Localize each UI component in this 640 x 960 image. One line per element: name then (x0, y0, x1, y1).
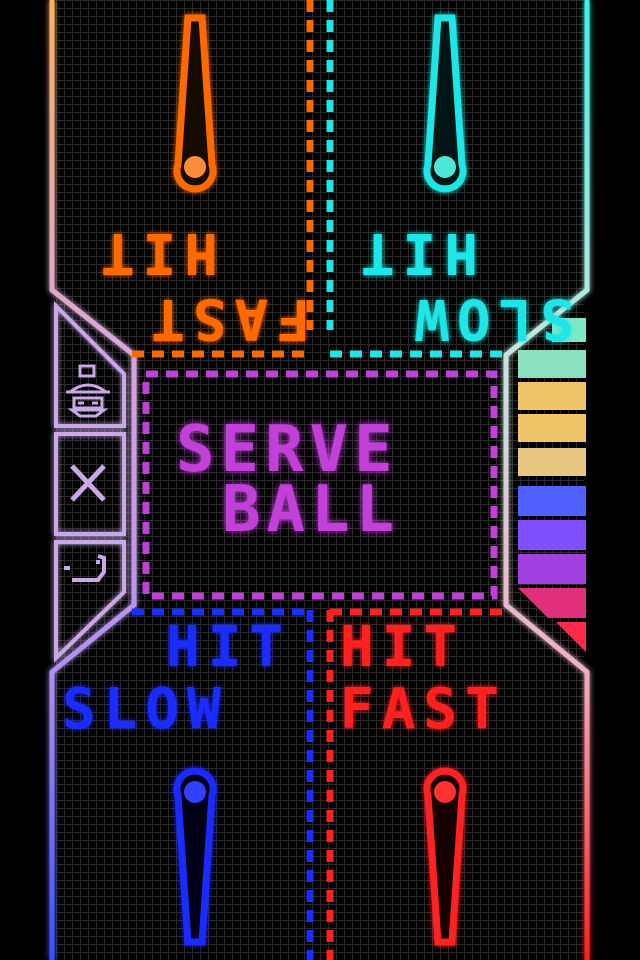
close-icon[interactable] (70, 464, 106, 502)
top-right-line2: HIT (352, 220, 478, 285)
robot-icon[interactable] (66, 364, 110, 418)
top-right-line1: SLOW (407, 286, 574, 351)
right-rail (503, 0, 590, 960)
game-screen: HIT FAST HIT SLOW SERVE BALL HIT SLOW HI… (0, 0, 640, 960)
serve-message-line2: BALL (222, 473, 401, 547)
help-icon[interactable] (64, 554, 106, 582)
paddle-bottom-left[interactable] (173, 767, 217, 946)
zone-top-left[interactable]: HIT FAST (74, 220, 310, 351)
top-left-line1: FAST (143, 286, 310, 351)
paddle-top-right[interactable] (423, 14, 467, 193)
power-meter (518, 318, 586, 652)
zone-top-right[interactable]: HIT SLOW (330, 220, 574, 351)
bottom-right-line2: FAST (340, 677, 507, 742)
top-left-line2: HIT (92, 220, 218, 285)
bottom-left-line2: SLOW (62, 677, 229, 742)
bottom-left-line1: HIT (166, 615, 292, 680)
paddle-bottom-right[interactable] (423, 767, 467, 946)
paddle-top-left[interactable] (173, 14, 217, 193)
bottom-right-line1: HIT (340, 615, 466, 680)
